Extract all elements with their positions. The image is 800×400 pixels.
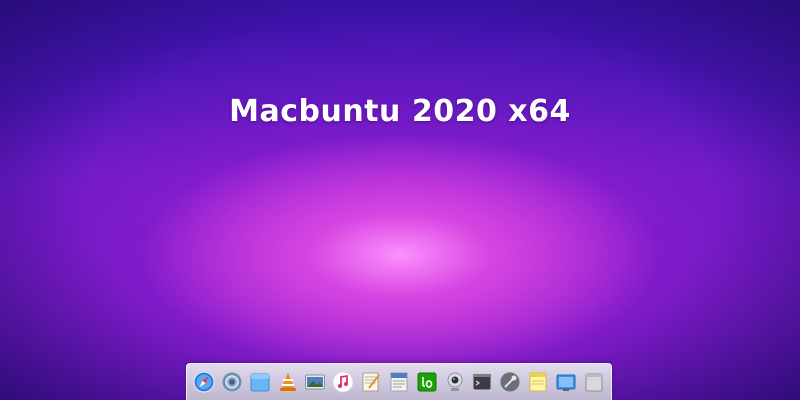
webcam-icon[interactable] [444, 371, 466, 393]
desktop-title: Macbuntu 2020 x64 [229, 94, 571, 129]
safari-icon[interactable] [193, 371, 215, 393]
photos-icon[interactable] [304, 371, 326, 393]
finder-folder-icon[interactable] [249, 371, 271, 393]
launchpad-icon[interactable] [221, 371, 243, 393]
vlc-icon[interactable] [277, 371, 299, 393]
music-icon[interactable] [332, 371, 354, 393]
wallpaper-vignette [0, 0, 800, 400]
desktop-wallpaper: Macbuntu 2020 x64 [0, 0, 800, 400]
trash-icon[interactable] [583, 371, 605, 393]
file-roller-icon[interactable] [388, 371, 410, 393]
screenshot-icon[interactable] [555, 371, 577, 393]
system-settings-icon[interactable] [499, 371, 521, 393]
libreoffice-icon[interactable] [416, 371, 438, 393]
terminal-icon[interactable] [471, 371, 493, 393]
text-editor-icon[interactable] [360, 371, 382, 393]
notes-icon[interactable] [527, 371, 549, 393]
dock [186, 363, 612, 400]
